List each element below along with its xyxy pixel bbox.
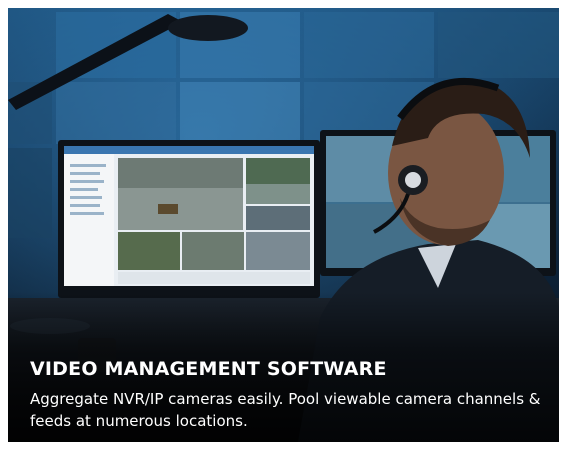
feature-card[interactable]: VIDEO MANAGEMENT SOFTWARE Aggregate NVR/… xyxy=(8,8,559,442)
card-title: VIDEO MANAGEMENT SOFTWARE xyxy=(30,358,387,380)
card-description: Aggregate NVR/IP cameras easily. Pool vi… xyxy=(30,390,541,430)
lamp-head xyxy=(168,15,248,41)
